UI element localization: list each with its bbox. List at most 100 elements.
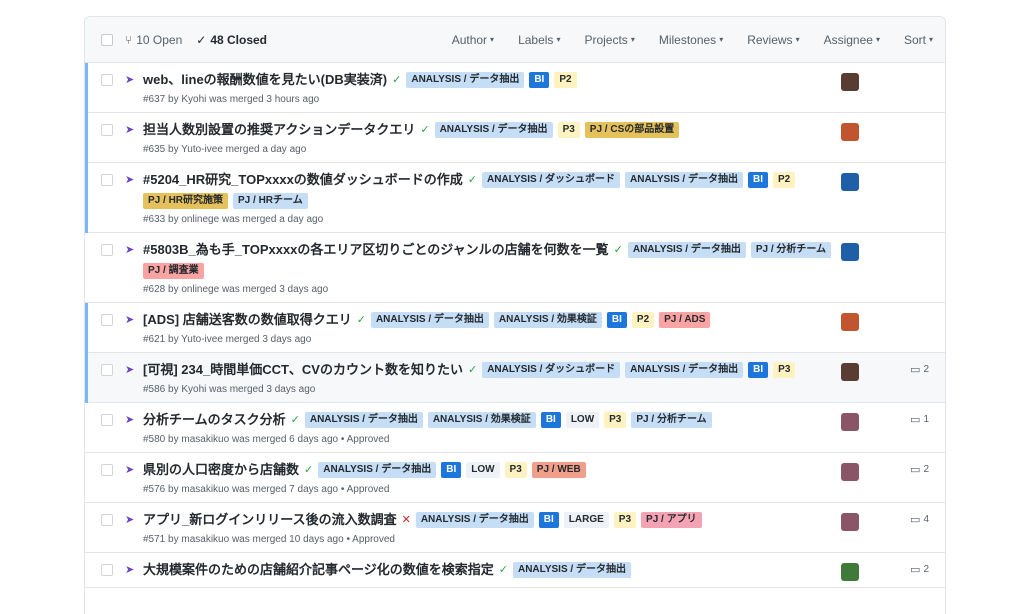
check-success-icon[interactable]: ✓ [392, 71, 401, 89]
check-success-icon[interactable]: ✓ [304, 461, 313, 479]
label-badge[interactable]: P3 [613, 512, 637, 528]
label-badge[interactable]: PJ / ADS [659, 312, 711, 328]
label-badge[interactable]: ANALYSIS / データ抽出 [406, 72, 525, 88]
select-all-checkbox[interactable] [101, 33, 113, 46]
assignee-avatar[interactable] [841, 363, 859, 381]
label-badge[interactable]: ANALYSIS / データ抽出 [625, 362, 744, 378]
row-checkbox[interactable] [101, 364, 113, 376]
label-badge[interactable]: PJ / WEB [531, 462, 586, 478]
label-badge[interactable]: PJ / 調査業 [143, 263, 204, 279]
comment-count[interactable]: ▭ 1 [910, 413, 929, 426]
assignee-filter-dropdown[interactable]: Assignee ▾ [824, 33, 880, 47]
pull-request-title-link[interactable]: #5204_HR研究_TOPxxxxの数値ダッシュボードの作成 [143, 171, 463, 189]
pull-request-title-link[interactable]: 担当人数別設置の推奨アクションデータクエリ [143, 121, 415, 139]
label-badge[interactable]: PJ / CSの部品設置 [584, 122, 680, 138]
check-success-icon[interactable]: ✓ [614, 241, 623, 259]
label-badge[interactable]: ANALYSIS / データ抽出 [415, 512, 534, 528]
pull-request-title-link[interactable]: [可視] 234_時間単価CCT、CVのカウント数を知りたい [143, 361, 463, 379]
comment-count[interactable]: ▭ 2 [910, 463, 929, 476]
label-badge[interactable]: ANALYSIS / 効果検証 [493, 312, 602, 328]
check-success-icon[interactable]: ✓ [357, 311, 366, 329]
label-badge[interactable]: P3 [773, 362, 796, 378]
label-badge[interactable]: BI [441, 462, 462, 478]
label-badge[interactable]: PJ / 分析チーム [631, 412, 712, 428]
pull-request-title-link[interactable]: 県別の人口密度から店舗数 [143, 461, 299, 479]
label-badge[interactable]: ANALYSIS / データ抽出 [304, 412, 423, 428]
row-checkbox[interactable] [101, 414, 113, 426]
assignee-avatar[interactable] [841, 73, 859, 91]
label-badge[interactable]: ANALYSIS / 効果検証 [427, 412, 536, 428]
label-badge[interactable]: ANALYSIS / ダッシュボード [482, 362, 621, 378]
assignee-avatar[interactable] [841, 173, 859, 191]
label-badge[interactable]: PJ / HR研究施策 [143, 193, 229, 209]
check-success-icon[interactable]: ✓ [291, 411, 300, 429]
row-checkbox[interactable] [101, 314, 113, 326]
comment-count[interactable]: ▭ 2 [910, 363, 929, 376]
check-success-icon[interactable]: ✓ [420, 121, 429, 139]
label-badge[interactable]: ANALYSIS / データ抽出 [370, 312, 489, 328]
label-badge[interactable]: P2 [554, 72, 577, 88]
check-failure-icon[interactable]: ✕ [402, 511, 411, 529]
pull-request-title-link[interactable]: [ADS] 店舗送客数の数値取得クエリ [143, 311, 352, 329]
assignee-avatar[interactable] [841, 463, 859, 481]
reviews-filter-dropdown[interactable]: Reviews ▾ [747, 33, 799, 47]
row-checkbox[interactable] [101, 464, 113, 476]
label-badge[interactable]: P3 [504, 462, 527, 478]
label-badge[interactable]: BI [747, 172, 768, 188]
label-badge[interactable]: PJ / HRチーム [233, 193, 308, 209]
comment-count[interactable]: ▭ 2 [910, 563, 929, 576]
label-badge[interactable]: PJ / アプリ [641, 512, 702, 528]
label-badge[interactable]: LOW [466, 462, 500, 478]
label-badge[interactable]: ANALYSIS / データ抽出 [512, 562, 631, 578]
label-badge[interactable]: P3 [557, 122, 580, 138]
pull-request-title-link[interactable]: web、lineの報酬数値を見たい(DB実装済) [143, 71, 387, 89]
assignee-avatar[interactable] [841, 123, 859, 141]
milestones-filter-dropdown[interactable]: Milestones ▾ [659, 33, 723, 47]
label-badge[interactable]: BI [606, 312, 627, 328]
assignee-avatar[interactable] [841, 313, 859, 331]
open-filter[interactable]: ⑂ 10 Open [125, 33, 182, 47]
pull-request-title-link[interactable]: 大規模案件のための店舗紹介記事ページ化の数値を検索指定 [143, 561, 494, 579]
labels-filter-dropdown[interactable]: Labels ▾ [518, 33, 560, 47]
label-badge[interactable]: LOW [565, 412, 600, 428]
check-success-icon[interactable]: ✓ [468, 171, 477, 189]
merged-icon: ➤ [125, 414, 135, 426]
label-badge[interactable]: P3 [604, 412, 627, 428]
label-badge[interactable]: BI [540, 412, 561, 428]
label-badge[interactable]: BI [538, 512, 559, 528]
label-badge[interactable]: ANALYSIS / データ抽出 [627, 242, 746, 258]
label-badge[interactable]: ANALYSIS / データ抽出 [434, 122, 553, 138]
label-badge[interactable]: P2 [631, 312, 655, 328]
row-checkbox[interactable] [101, 174, 113, 186]
assignee-avatar[interactable] [841, 413, 859, 431]
author-filter-dropdown[interactable]: Author ▾ [452, 33, 494, 47]
label-badge[interactable]: BI [748, 362, 769, 378]
row-checkbox[interactable] [101, 244, 113, 256]
row-side [837, 241, 933, 296]
assignee-avatar[interactable] [841, 243, 859, 261]
check-success-icon[interactable]: ✓ [468, 361, 477, 379]
label-badge[interactable]: P2 [772, 172, 796, 188]
projects-filter-dropdown[interactable]: Projects ▾ [584, 33, 634, 47]
label-badge[interactable]: LARGE [563, 512, 609, 528]
label-badge[interactable]: ANALYSIS / データ抽出 [318, 462, 437, 478]
pull-request-title-link[interactable]: アプリ_新ログインリリース後の流入数調査 [143, 511, 397, 529]
closed-filter[interactable]: ✓ 48 Closed [196, 33, 267, 47]
label-badge[interactable]: ANALYSIS / ダッシュボード [482, 172, 620, 188]
comment-count[interactable]: ▭ 4 [910, 513, 929, 526]
row-title-line: 分析チームのタスク分析 ✓ ANALYSIS / データ抽出 ANALYSIS / 効… [143, 411, 837, 429]
label-badge[interactable]: ANALYSIS / データ抽出 [625, 172, 743, 188]
row-checkbox[interactable] [101, 514, 113, 526]
assignee-avatar[interactable] [841, 513, 859, 531]
pull-request-title-link[interactable]: #5803B_為も手_TOPxxxxの各エリア区切りごとのジャンルの店舗を何数を… [143, 241, 609, 259]
pull-request-rows: ➤ web、lineの報酬数値を見たい(DB実装済) ✓ ANALYSIS / データ… [85, 63, 945, 588]
row-checkbox[interactable] [101, 124, 113, 136]
sort-filter-dropdown[interactable]: Sort ▾ [904, 33, 933, 47]
assignee-avatar[interactable] [841, 563, 859, 581]
label-badge[interactable]: BI [529, 72, 550, 88]
label-badge[interactable]: PJ / 分析チーム [750, 242, 832, 258]
check-success-icon[interactable]: ✓ [499, 561, 508, 579]
row-checkbox[interactable] [101, 564, 113, 576]
row-checkbox[interactable] [101, 74, 113, 86]
pull-request-title-link[interactable]: 分析チームのタスク分析 [143, 411, 286, 429]
